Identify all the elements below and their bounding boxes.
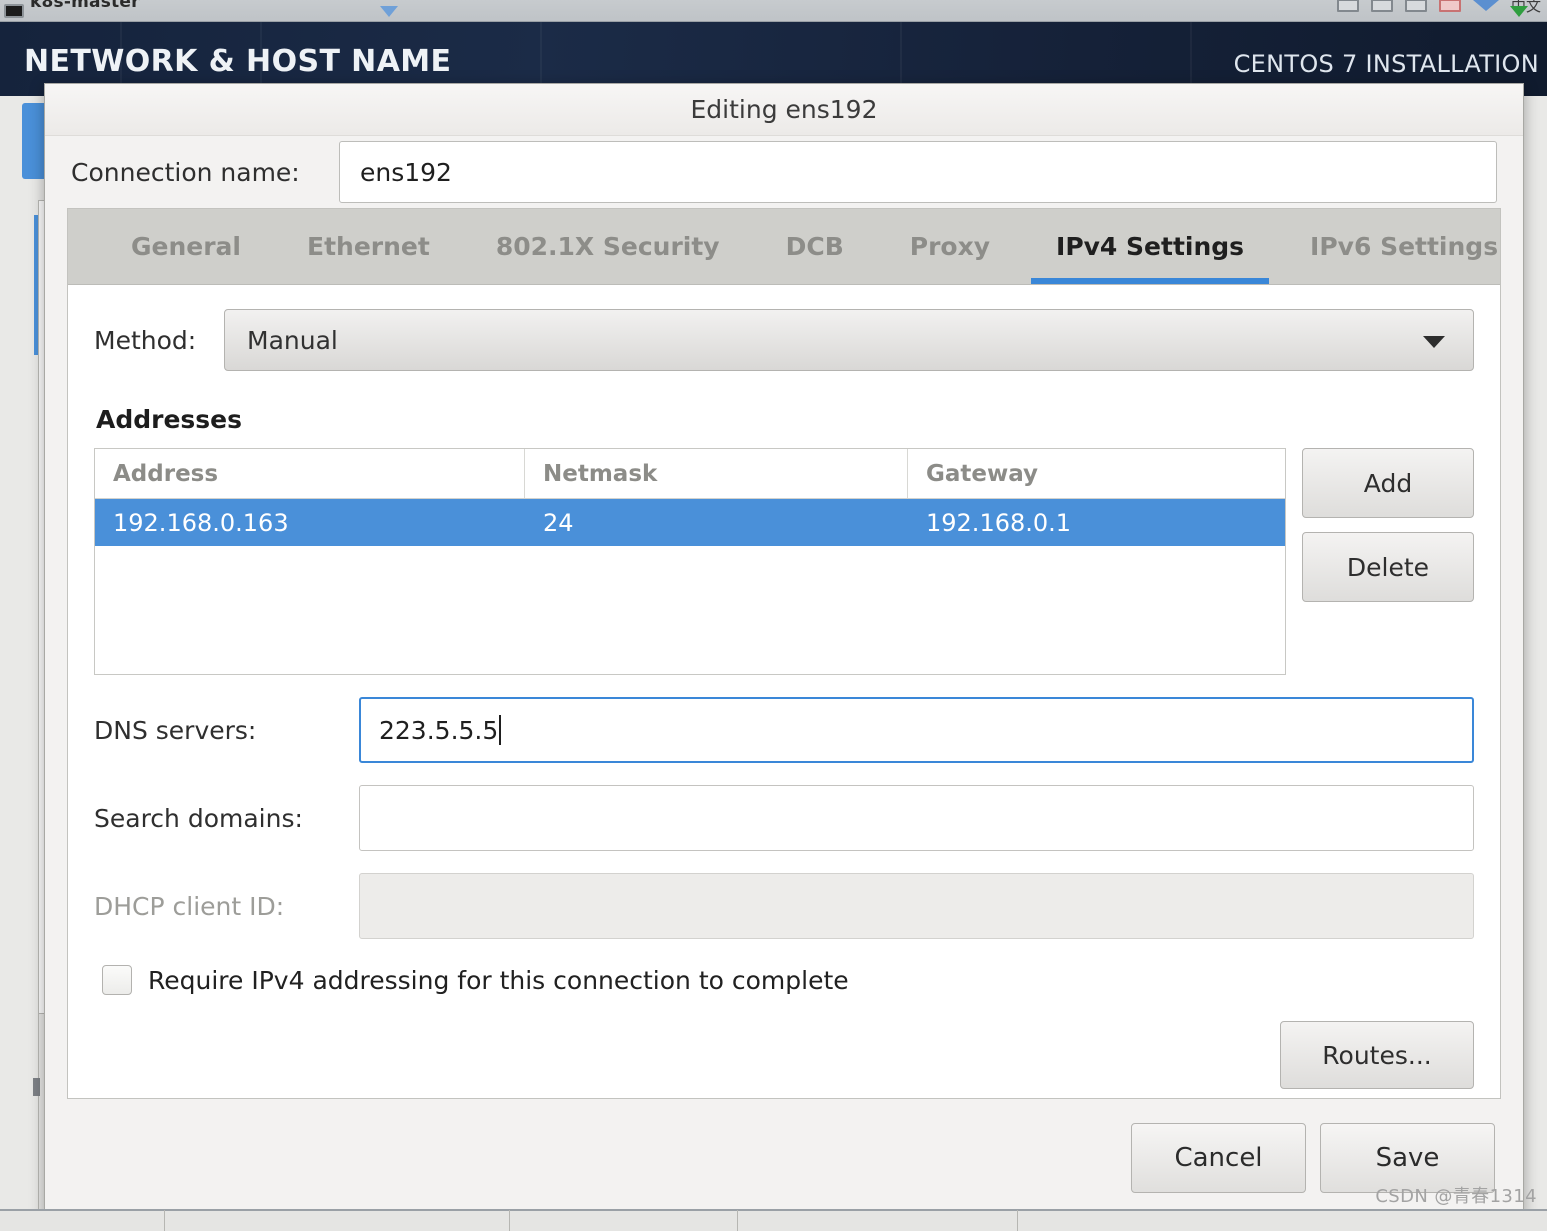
page-title: NETWORK & HOST NAME — [24, 44, 452, 79]
tab-ipv6-settings[interactable]: IPv6 Settings — [1277, 209, 1531, 284]
dhcp-client-id-input — [359, 873, 1474, 939]
search-domains-row: Search domains: — [94, 785, 1474, 851]
restore-icon[interactable] — [1370, 0, 1393, 12]
column-header-address[interactable]: Address — [95, 449, 525, 498]
delete-button[interactable]: Delete — [1302, 532, 1474, 602]
taskbar — [0, 1209, 1547, 1231]
tab-ipv4-settings[interactable]: IPv4 Settings — [1023, 209, 1277, 284]
dns-servers-input[interactable]: 223.5.5.5 — [359, 697, 1474, 763]
table-row[interactable]: 192.168.0.163 24 192.168.0.1 — [95, 499, 1285, 546]
tab-general[interactable]: General — [98, 209, 274, 284]
watermark: CSDN @青春1314 — [1375, 1186, 1537, 1207]
addresses-table[interactable]: Address Netmask Gateway 192.168.0.163 24… — [94, 448, 1286, 675]
vm-titlebar: k8s-master 中文 — [0, 0, 1547, 22]
method-label: Method: — [94, 325, 197, 355]
dialog-title: Editing ens192 — [690, 95, 878, 124]
editing-connection-dialog: Editing ens192 Connection name: ens192 G… — [44, 83, 1524, 1218]
routes-row: Routes... — [94, 1021, 1474, 1089]
chevron-down-icon[interactable] — [1472, 0, 1499, 11]
close-icon[interactable] — [1438, 0, 1461, 12]
ipv4-settings-page: Method: Manual Addresses Address Netmask — [68, 285, 1500, 1098]
dialog-footer: Cancel Save — [45, 1109, 1523, 1217]
column-header-netmask[interactable]: Netmask — [525, 449, 908, 498]
addresses-area: Address Netmask Gateway 192.168.0.163 24… — [94, 448, 1474, 675]
column-header-gateway[interactable]: Gateway — [908, 449, 1285, 498]
tab-proxy[interactable]: Proxy — [877, 209, 1023, 284]
vm-app-icon — [4, 3, 24, 18]
method-dropdown[interactable]: Manual — [224, 309, 1474, 371]
routes-button[interactable]: Routes... — [1280, 1021, 1474, 1089]
search-domains-input[interactable] — [359, 785, 1474, 851]
product-banner: CENTOS 7 INSTALLATION — [1233, 50, 1539, 78]
connection-name-label: Connection name: — [71, 157, 300, 187]
minimize-icon[interactable] — [1336, 0, 1359, 12]
cell-netmask: 24 — [543, 508, 574, 537]
cell-gateway: 192.168.0.1 — [926, 508, 1072, 537]
chevron-down-icon — [1423, 336, 1445, 348]
add-button[interactable]: Add — [1302, 448, 1474, 518]
tab-802-1x-security[interactable]: 802.1X Security — [463, 209, 753, 284]
taskbar-status-icon[interactable] — [1510, 6, 1528, 17]
method-row: Method: Manual — [94, 309, 1474, 371]
connection-name-row: Connection name: ens192 — [67, 136, 1501, 208]
cancel-button[interactable]: Cancel — [1131, 1123, 1306, 1193]
cell-address: 192.168.0.163 — [113, 508, 289, 537]
tabbar: General Ethernet 802.1X Security DCB Pro… — [68, 209, 1500, 285]
search-domains-label: Search domains: — [94, 803, 303, 833]
require-ipv4-label: Require IPv4 addressing for this connect… — [148, 965, 849, 995]
vm-window-title: k8s-master — [30, 0, 140, 12]
dns-servers-label: DNS servers: — [94, 715, 257, 745]
settings-notebook: General Ethernet 802.1X Security DCB Pro… — [67, 208, 1501, 1099]
addresses-table-header: Address Netmask Gateway — [95, 449, 1285, 499]
dhcp-client-id-label: DHCP client ID: — [94, 891, 285, 921]
require-ipv4-checkbox[interactable] — [102, 965, 132, 995]
addresses-heading: Addresses — [96, 405, 243, 434]
dns-servers-row: DNS servers: 223.5.5.5 — [94, 697, 1474, 763]
maximize-icon[interactable] — [1404, 0, 1427, 12]
connection-name-input[interactable]: ens192 — [339, 141, 1497, 203]
dialog-titlebar: Editing ens192 — [45, 84, 1523, 136]
dialog-content: Connection name: ens192 General Ethernet… — [45, 136, 1523, 1109]
taskbar-network-icon[interactable] — [380, 6, 398, 17]
resize-handle[interactable] — [33, 1078, 40, 1096]
method-value: Manual — [247, 325, 338, 355]
dhcp-client-id-row: DHCP client ID: — [94, 873, 1474, 939]
text-cursor — [499, 715, 502, 745]
dns-servers-value: 223.5.5.5 — [379, 715, 499, 745]
addresses-buttons: Add Delete — [1302, 448, 1474, 675]
tab-dcb[interactable]: DCB — [753, 209, 877, 284]
screen-root: k8s-master 中文 NETWORK & HOST NAME CENTOS… — [0, 0, 1547, 1231]
require-ipv4-row[interactable]: Require IPv4 addressing for this connect… — [94, 965, 1474, 995]
tab-ethernet[interactable]: Ethernet — [274, 209, 463, 284]
